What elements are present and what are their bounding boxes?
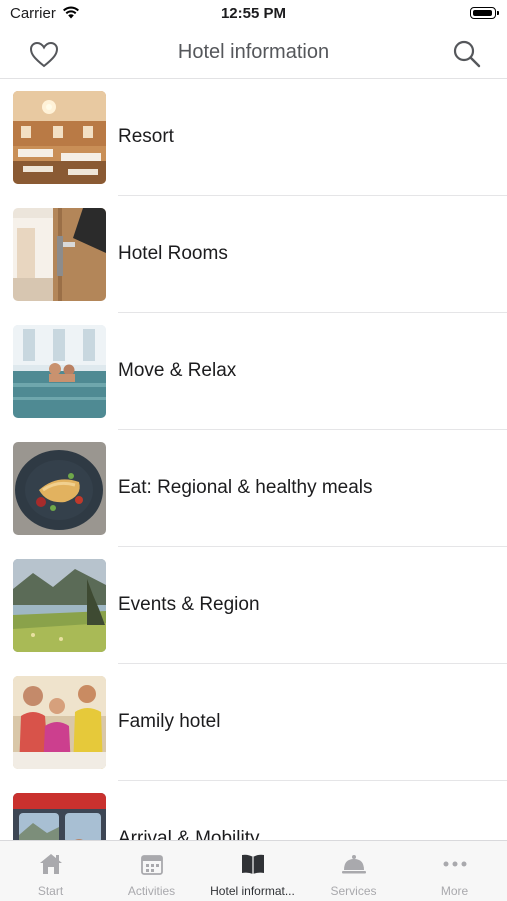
navigation-bar: Hotel information (0, 28, 507, 79)
more-dots-icon (443, 861, 467, 867)
family-at-table-thumbnail (13, 676, 106, 769)
list-item-label: Eat: Regional & healthy meals (118, 477, 373, 498)
list-item-arrival-mobility[interactable]: Arrival & Mobility (0, 781, 507, 840)
list-item-resort[interactable]: Resort (0, 79, 507, 196)
hotel-info-list: Resort Hotel Rooms Move & Relax Eat: Reg… (0, 79, 507, 840)
list-item-label: Resort (118, 126, 174, 147)
battery-icon (470, 7, 499, 19)
status-time: 12:55 PM (220, 5, 287, 22)
plated-fish-dish-thumbnail (13, 442, 106, 535)
list-item-label: Hotel Rooms (118, 243, 228, 264)
list-item-events-region[interactable]: Events & Region (0, 547, 507, 664)
list-item-label: Events & Region (118, 594, 260, 615)
indoor-pool-thumbnail (13, 325, 106, 418)
list-item-label: Move & Relax (118, 360, 237, 381)
list-item-label: Arrival & Mobility (118, 828, 260, 840)
list-item-eat[interactable]: Eat: Regional & healthy meals (0, 430, 507, 547)
search-icon[interactable] (451, 38, 483, 70)
tab-start[interactable]: Start (0, 841, 101, 901)
tab-label: Activities (127, 884, 176, 898)
list-item-move-relax[interactable]: Move & Relax (0, 313, 507, 430)
list-item-hotel-rooms[interactable]: Hotel Rooms (0, 196, 507, 313)
list-item-label: Family hotel (118, 711, 221, 732)
hotel-room-door-thumbnail (13, 208, 106, 301)
list-item-family-hotel[interactable]: Family hotel (0, 664, 507, 781)
alpine-lake-landscape-thumbnail (13, 559, 106, 652)
page-title: Hotel information (177, 41, 330, 63)
calendar-icon (141, 855, 163, 875)
tab-label: Start (37, 884, 64, 898)
status-bar: Carrier 12:55 PM (0, 0, 507, 28)
tab-activities[interactable]: Activities (101, 841, 202, 901)
tab-more[interactable]: More (404, 841, 505, 901)
tab-services[interactable]: Services (303, 841, 404, 901)
restaurant-interior-thumbnail (13, 91, 106, 184)
tab-label: Services (330, 884, 377, 898)
tab-label: Hotel informat... (210, 884, 295, 898)
home-icon (40, 854, 62, 874)
book-icon (242, 854, 264, 874)
tab-label: More (440, 884, 469, 898)
tab-bar: Start Activities Hotel informat... Servi… (0, 840, 507, 901)
service-bell-icon (342, 855, 366, 874)
train-window-thumbnail (13, 793, 106, 840)
tab-hotel-information[interactable]: Hotel informat... (202, 841, 303, 901)
